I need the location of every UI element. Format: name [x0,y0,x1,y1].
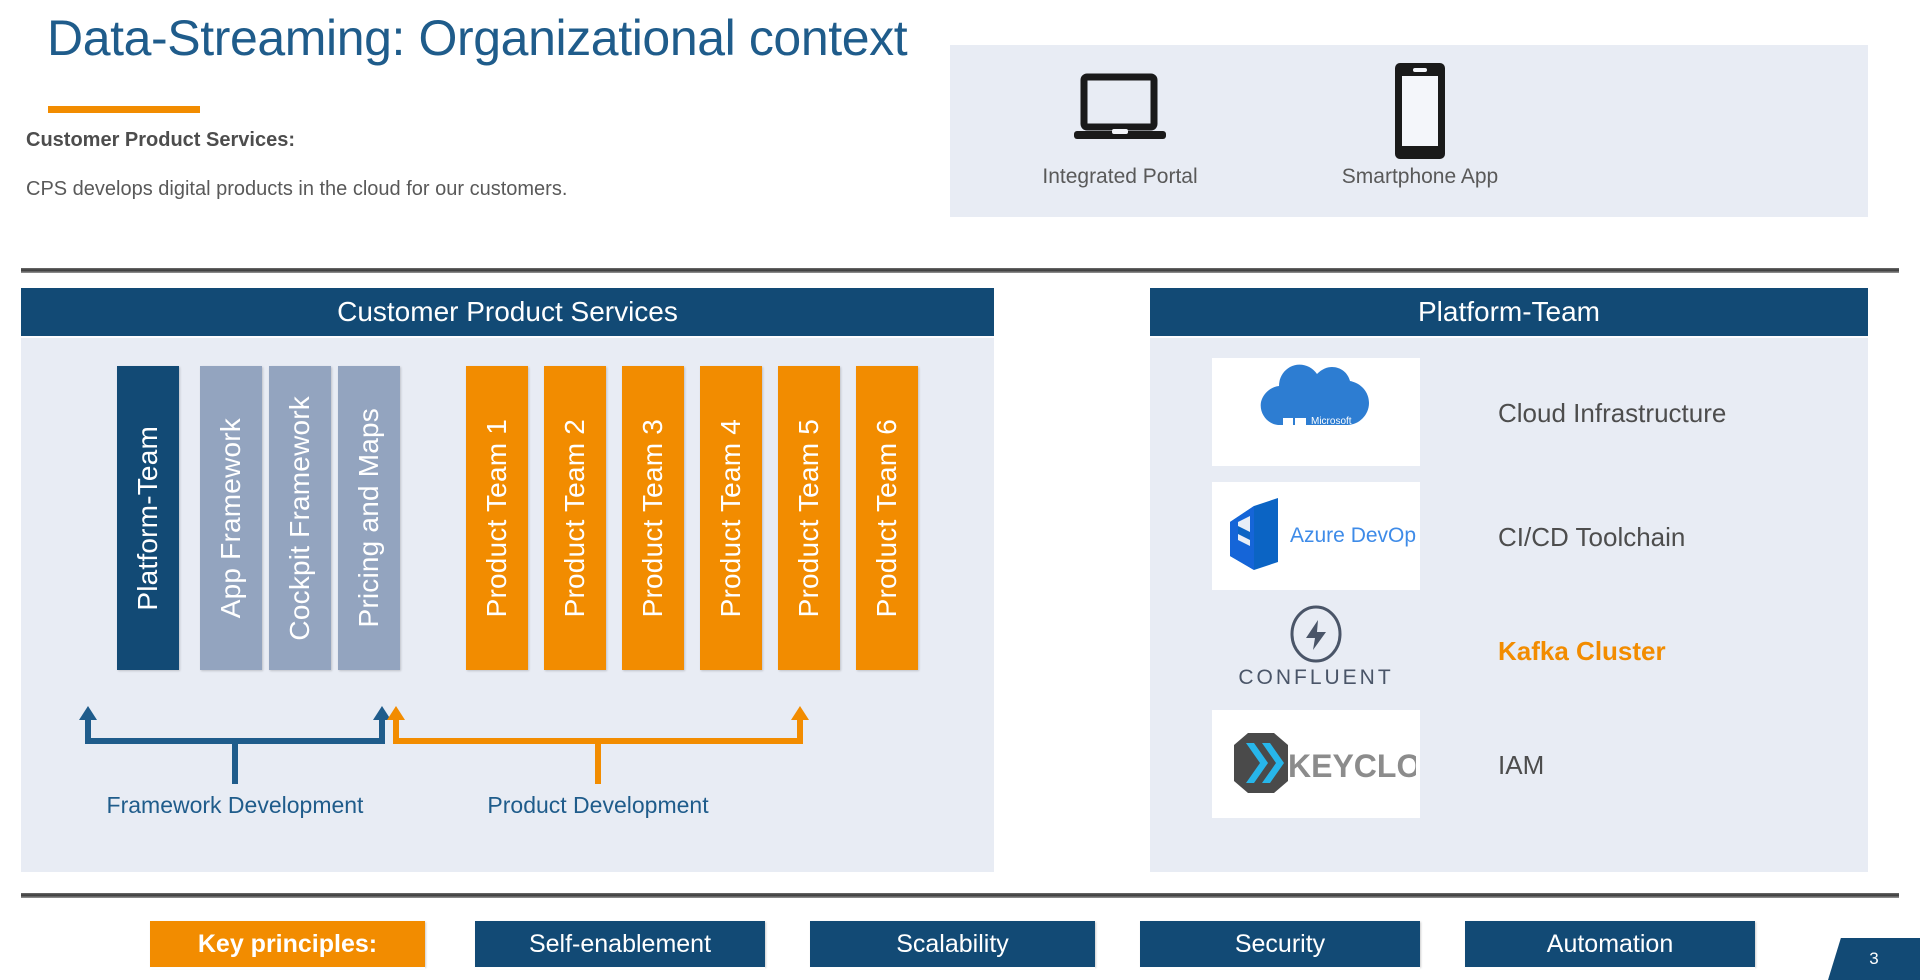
key-principle-label: Security [1234,929,1326,958]
cps-bar-label: Product Team 6 [871,418,902,618]
cps-bar-label: Pricing and Maps [353,408,384,628]
platform-team-row[interactable]: Azure DevOps CI/CD Toolchain [1150,478,1868,596]
platform-team-row[interactable]: CONFLUENT Kafka Cluster [1150,592,1868,710]
cps-bar[interactable]: Pricing and Maps [338,366,400,670]
devices-box: Integrated Portal Smartphone App [950,45,1868,217]
device-label: Smartphone App [1341,165,1499,188]
confluent-logo: CONFLUENT [1212,596,1420,704]
cps-bar[interactable]: Product Team 2 [544,366,606,670]
bracket-arrow-head [387,706,405,720]
cps-bar[interactable]: Cockpit Framework [269,366,331,670]
cps-bar[interactable]: Product Team 4 [700,366,762,670]
platform-team-row-label: Cloud Infrastructure [1498,397,1727,428]
platform-panel-heading: Platform-Team [1150,288,1868,336]
divider-top [21,268,1899,273]
cps-bar-label: Product Team 1 [481,418,512,618]
cps-panel-heading: Customer Product Services [21,288,994,336]
title-underline-rule [48,106,200,113]
divider-bottom [21,893,1899,898]
bracket-arrow-head [791,706,809,720]
cps-bar-label: Platform-Team [132,425,163,611]
svg-text:Azure DevOps: Azure DevOps [1290,524,1416,547]
key-principle-chip[interactable]: Key principles: [150,921,425,967]
bracket-end-tick [797,720,803,744]
bracket-end-tick [85,720,91,744]
cps-bar-label: Product Team 2 [559,418,590,618]
cps-bar-label: Cockpit Framework [284,395,315,641]
bracket-label: Product Development [487,792,709,818]
platform-team-row-label: Kafka Cluster [1498,635,1666,666]
keycloak-logo: KEYCLOAK [1212,710,1420,818]
platform-team-row-label: CI/CD Toolchain [1498,521,1686,552]
slide: Data-Streaming: Organizational context C… [0,0,1920,980]
key-principle-label: Scalability [896,929,1009,958]
page-number-tab: 3 [1828,938,1920,980]
key-principle-label: Self-enablement [528,929,712,958]
cps-bar[interactable]: Product Team 5 [778,366,840,670]
cps-bar[interactable]: Product Team 3 [622,366,684,670]
cps-bars-group: Platform-Team App Framework Cockpit Framew… [21,336,994,670]
bracket-arrow-head [79,706,97,720]
cps-bar-label: Product Team 3 [637,418,668,618]
bracket-stem [595,744,601,784]
page-title: Data-Streaming: Organizational context [47,10,908,66]
key-principle-chip[interactable]: Automation [1465,921,1755,967]
customer-product-services-panel: Customer Product Services Platform-Team A… [21,288,994,872]
microsoft-azure-logo: Microsoft Azure [1212,358,1420,466]
cps-bar[interactable]: Product Team 6 [856,366,918,670]
key-principle-chip[interactable]: Security [1140,921,1420,967]
device-integrated-portal: Integrated Portal [970,45,1270,217]
smartphone-icon [1391,45,1449,165]
bracket-stem [232,744,238,784]
svg-text:Microsoft: Microsoft [1311,416,1352,427]
cps-bar-label: Product Team 4 [715,418,746,618]
svg-text:Azure: Azure [1311,428,1340,440]
subheading-description: CPS develops digital products in the clo… [26,178,568,200]
bracket-end-tick [393,720,399,744]
cps-bar[interactable]: Platform-Team [117,366,179,670]
azure-devops-logo: Azure DevOps [1212,482,1420,590]
subheading: Customer Product Services: [26,129,295,151]
cps-bar-label: App Framework [215,417,246,619]
platform-team-row[interactable]: KEYCLOAK IAM [1150,706,1868,824]
platform-team-panel: Platform-Team Microsoft Azure Cloud Infr… [1150,288,1868,872]
key-principle-chip[interactable]: Scalability [810,921,1095,967]
svg-text:CONFLUENT: CONFLUENT [1238,666,1393,689]
platform-team-row[interactable]: Microsoft Azure Cloud Infrastructure [1150,354,1868,472]
device-smartphone-app: Smartphone App [1270,45,1570,217]
cps-bar[interactable]: Product Team 1 [466,366,528,670]
platform-team-row-label: IAM [1498,749,1545,780]
svg-text:KEYCLOAK: KEYCLOAK [1288,748,1416,784]
key-principle-chip[interactable]: Self-enablement [475,921,765,967]
cps-bar-label: Product Team 5 [793,418,824,618]
bracket-end-tick [379,720,385,744]
device-label: Integrated Portal [1042,165,1198,188]
key-principle-label: Key principles: [197,929,378,958]
key-principle-label: Automation [1546,929,1674,958]
cps-bar[interactable]: App Framework [200,366,262,670]
laptop-icon [1072,45,1168,165]
